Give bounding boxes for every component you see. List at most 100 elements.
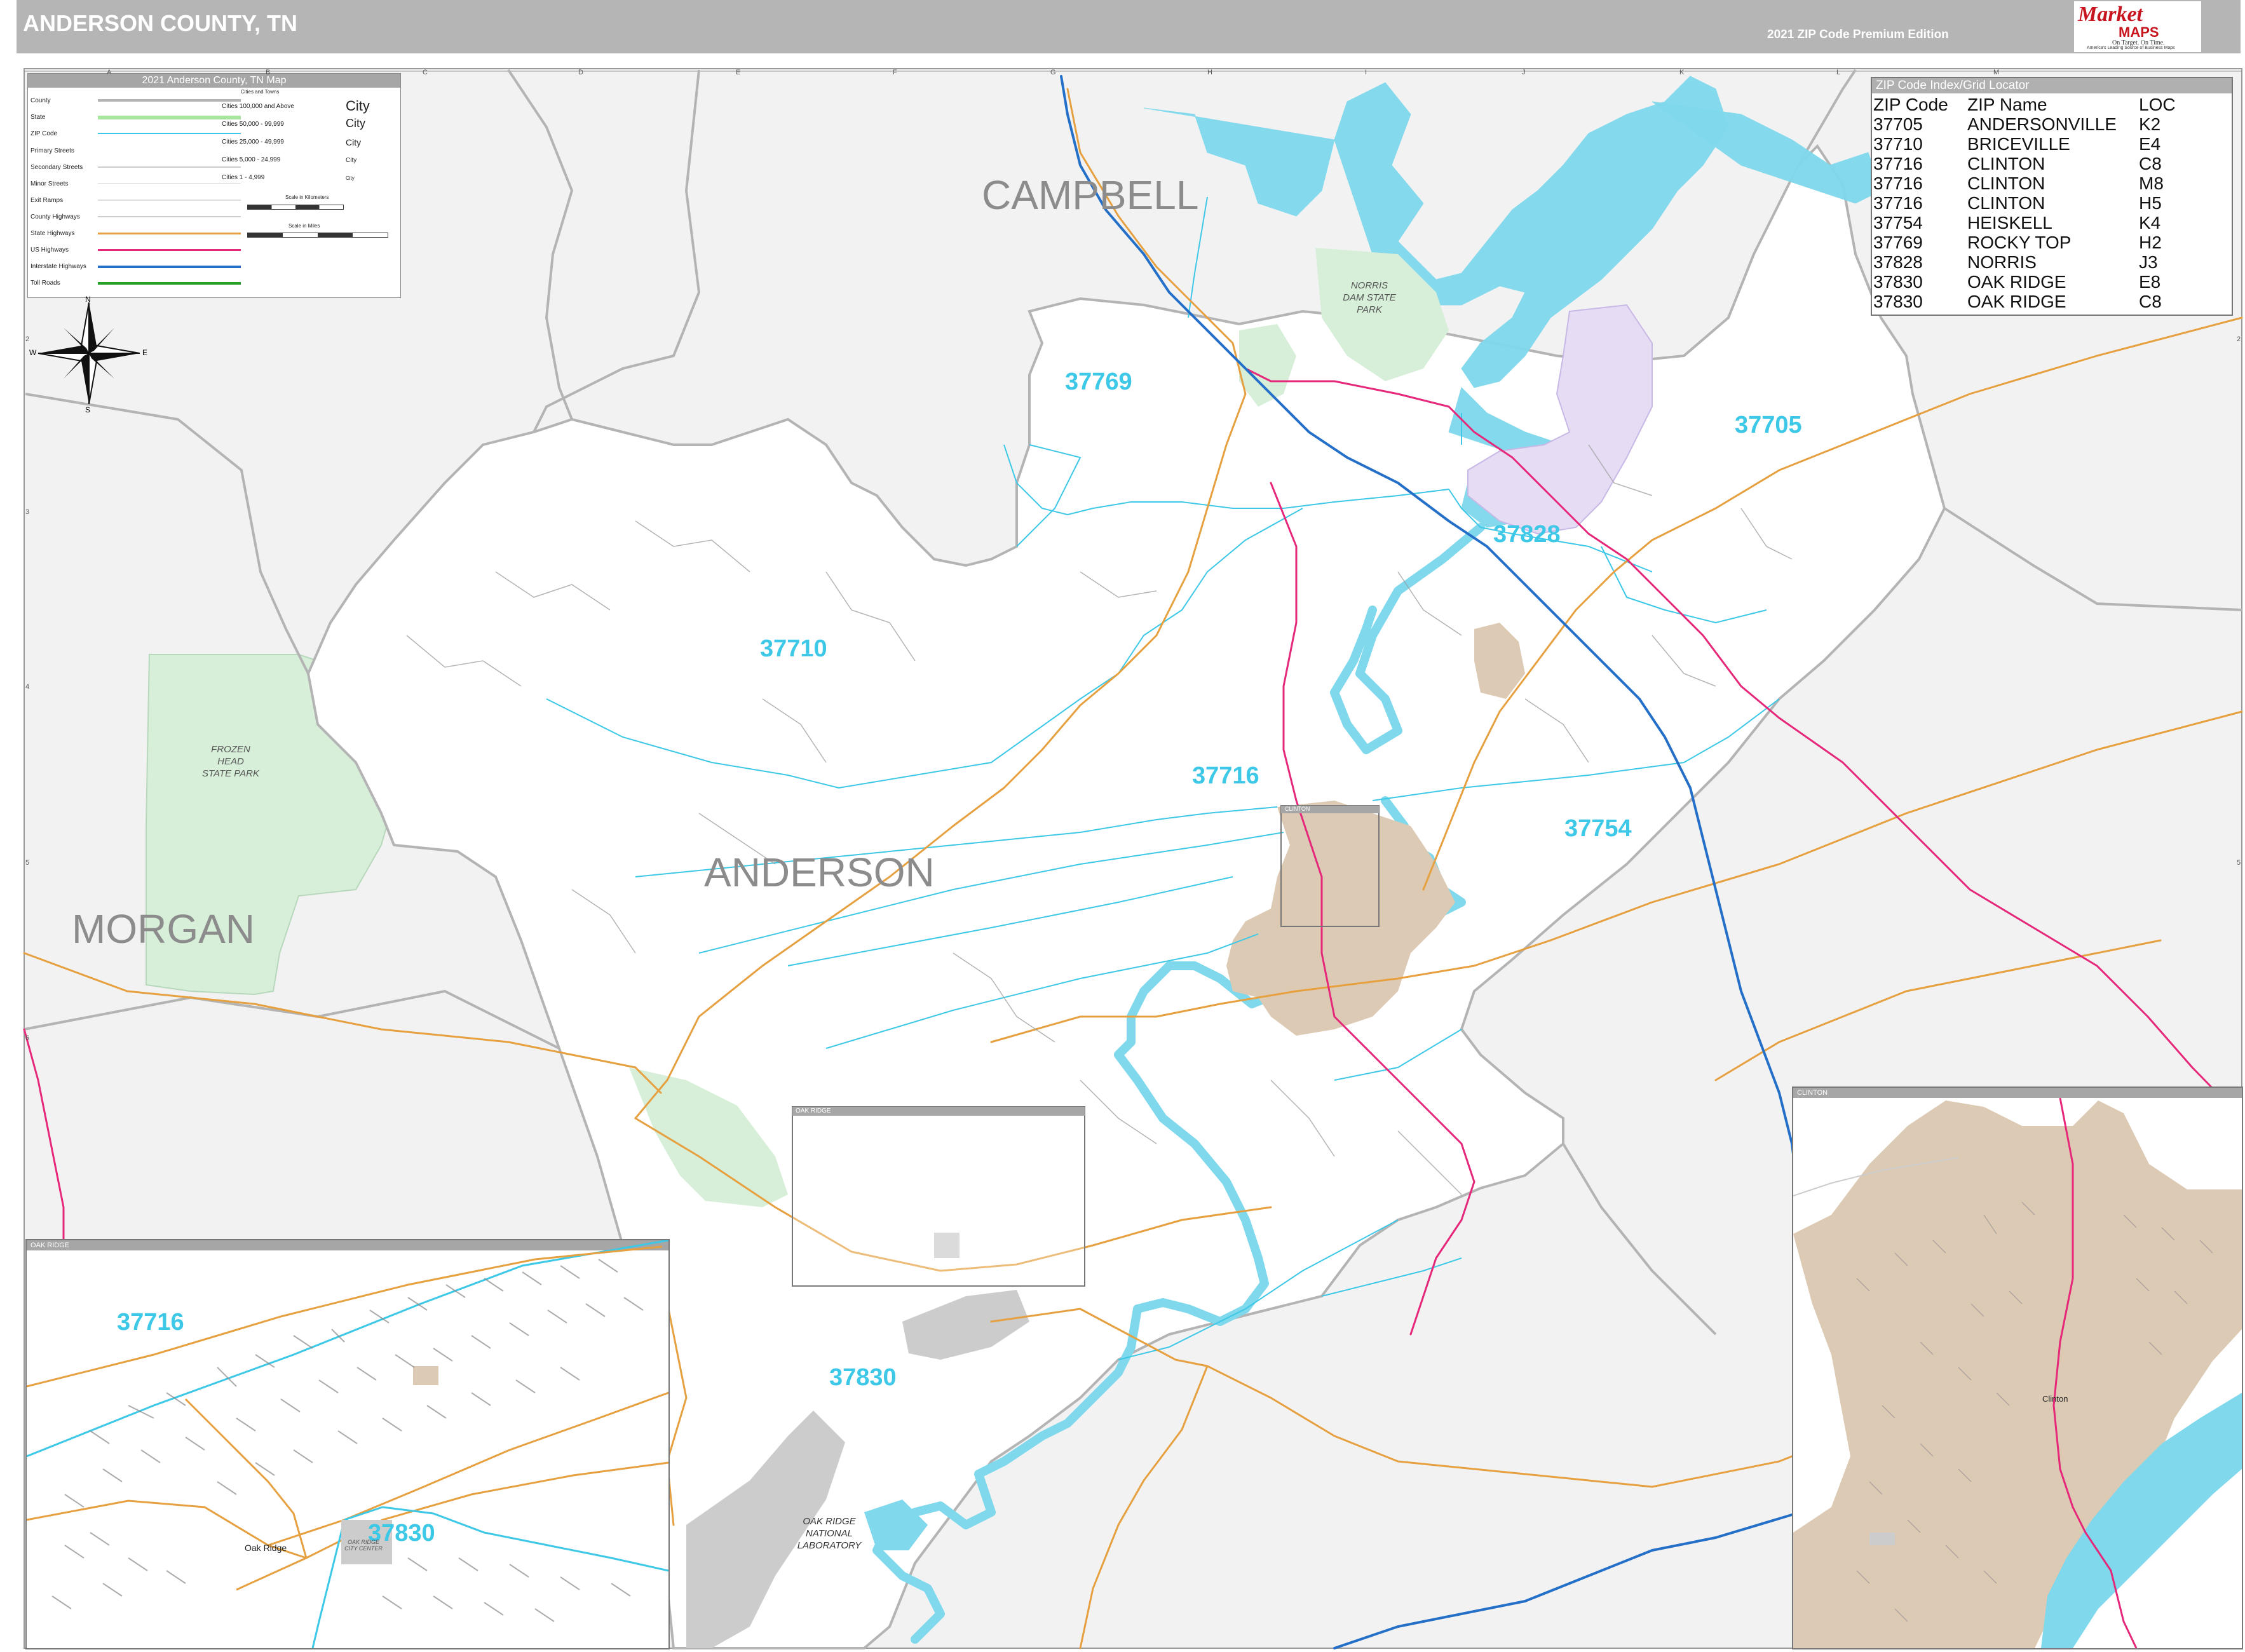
legend-swatch-toll — [98, 282, 241, 285]
zip-loc: K2 — [2139, 114, 2161, 134]
table-row[interactable]: 37716 CLINTON H5 — [1872, 193, 2232, 213]
legend-city-1: Cities 100,000 and Above — [222, 103, 294, 110]
county-label-anderson: ANDERSON — [704, 850, 935, 895]
table-row[interactable]: 37828 NORRIS J3 — [1872, 252, 2232, 272]
clinton-inset[interactable]: CLINTON Clinton — [1792, 1087, 2243, 1649]
park-label-ornl: OAK RIDGE NATIONAL LABORATORY — [797, 1516, 862, 1551]
zip-label-37769: 37769 — [1065, 369, 1132, 395]
zip-name: NORRIS — [1967, 252, 2037, 272]
county-label-morgan: MORGAN — [72, 906, 255, 952]
legend-swatch-interstate — [98, 266, 241, 268]
legend-swatch-county-hwy — [98, 216, 241, 217]
legend-row-zip: ZIP Code — [31, 130, 58, 137]
table-row[interactable]: 37705 ANDERSONVILLE K2 — [1872, 114, 2232, 134]
grid-row-2-right: 2 — [2237, 335, 2241, 343]
logo-brand-a: Market — [2078, 3, 2143, 26]
legend-city-sample-3: City — [346, 137, 362, 147]
grid-col-i: I — [1365, 69, 1367, 76]
legend-scale-mi: Scale in Miles — [288, 223, 320, 229]
zip-name: CLINTON — [1967, 173, 2045, 193]
zip-loc: E8 — [2139, 272, 2161, 292]
table-row[interactable]: 37716 CLINTON C8 — [1872, 154, 2232, 173]
legend-title: 2021 Anderson County, TN Map — [28, 74, 400, 88]
legend-row-minor: Minor Streets — [31, 180, 69, 187]
table-row[interactable]: 37830 OAK RIDGE C8 — [1872, 292, 2232, 311]
clinton-inset-map — [1793, 1097, 2242, 1648]
compass-s: S — [85, 405, 91, 414]
zip-loc: C8 — [2139, 154, 2162, 173]
legend-row-toll: Toll Roads — [31, 280, 60, 287]
market-maps-logo[interactable]: Market MAPS On Target. On Time. America'… — [2074, 1, 2201, 52]
zip-loc: C8 — [2139, 292, 2162, 311]
zip-loc: M8 — [2139, 173, 2164, 193]
small-oakridge-frame — [792, 1106, 1085, 1287]
zip-code: 37705 — [1873, 114, 1923, 134]
compass-w: W — [29, 348, 37, 357]
small-oakridge-title: OAK RIDGE — [796, 1107, 831, 1114]
legend-city-sample-2: City — [346, 117, 365, 130]
zip-code: 37828 — [1873, 252, 1923, 272]
zip-code: 37830 — [1873, 272, 1923, 292]
zip-name: BRICEVILLE — [1967, 134, 2070, 154]
county-label-campbell: CAMPBELL — [982, 172, 1199, 218]
table-row[interactable]: 37710 BRICEVILLE E4 — [1872, 134, 2232, 154]
legend-swatch-state — [98, 116, 241, 119]
zip-label-37716: 37716 — [1192, 762, 1259, 789]
legend-city-sample-1: City — [346, 98, 370, 114]
oak-ridge-inset-zip-37716: 37716 — [117, 1309, 184, 1336]
legend-row-exit: Exit Ramps — [31, 197, 64, 204]
legend-row-county-hwy: County Highways — [31, 213, 80, 220]
grid-col-b: B — [266, 69, 271, 76]
grid-col-k: K — [1679, 69, 1685, 76]
header-bar: ANDERSON COUNTY, TN 2021 ZIP Code Premiu… — [17, 0, 2241, 53]
map-title: ANDERSON COUNTY, TN — [23, 10, 298, 36]
zip-label-37705: 37705 — [1735, 412, 1802, 438]
grid-row-5-right: 5 — [2237, 859, 2241, 867]
zip-index-header-name: ZIP Name — [1967, 95, 2047, 114]
legend-swatch-us-hwy — [98, 249, 241, 251]
zip-index-table: ZIP Code Index/Grid Locator ZIP Code ZIP… — [1871, 77, 2233, 316]
oak-ridge-inset-center: OAK RIDGE CITY CENTER — [344, 1539, 383, 1552]
oak-ridge-inset-city: Oak Ridge — [245, 1543, 287, 1553]
legend-scale-bar-km — [247, 205, 344, 210]
table-row[interactable]: 37830 OAK RIDGE E8 — [1872, 272, 2232, 292]
oak-ridge-inset-map — [27, 1240, 668, 1648]
table-row[interactable]: 37716 CLINTON M8 — [1872, 173, 2232, 193]
logo-sub: America's Leading Source of Business Map… — [2087, 46, 2175, 50]
table-row[interactable]: 37769 ROCKY TOP H2 — [1872, 233, 2232, 252]
legend-cities-title: Cities and Towns — [241, 89, 280, 95]
oak-ridge-inset[interactable]: OAK RIDGE 37716 37830 Oak Ridge OAK RIDG… — [25, 1239, 670, 1649]
zip-code: 37830 — [1873, 292, 1923, 311]
zip-loc: H2 — [2139, 233, 2162, 252]
grid-col-f: F — [893, 69, 897, 76]
zip-code: 37716 — [1873, 173, 1923, 193]
logo-brand-b: MAPS — [2119, 24, 2159, 40]
legend-row-state: State — [31, 114, 46, 121]
legend-row-us-hwy: US Highways — [31, 247, 69, 254]
zip-name: OAK RIDGE — [1967, 272, 2066, 292]
zip-loc: H5 — [2139, 193, 2162, 213]
legend-swatch-exit — [98, 200, 241, 201]
legend-scale-km: Scale in Kilometers — [285, 194, 329, 200]
zip-name: CLINTON — [1967, 193, 2045, 213]
grid-col-g: G — [1050, 69, 1056, 76]
zip-label-37828: 37828 — [1493, 521, 1561, 548]
legend-city-2: Cities 50,000 - 99,999 — [222, 121, 284, 128]
zip-name: ROCKY TOP — [1967, 233, 2072, 252]
zip-code: 37769 — [1873, 233, 1923, 252]
legend-swatch-county — [98, 99, 241, 102]
grid-row-5: 5 — [25, 859, 30, 867]
table-row[interactable]: 37754 HEISKELL K4 — [1872, 213, 2232, 233]
legend-row-secondary: Secondary Streets — [31, 164, 83, 171]
grid-row-2: 2 — [25, 335, 30, 343]
legend-city-4: Cities 5,000 - 24,999 — [222, 156, 281, 163]
zip-loc: J3 — [2139, 252, 2158, 272]
zip-name: CLINTON — [1967, 154, 2045, 173]
map-legend: 2021 Anderson County, TN Map County Stat… — [27, 73, 401, 298]
park-label-norris-dam: NORRIS DAM STATE PARK — [1343, 280, 1396, 315]
zip-label-37754: 37754 — [1564, 815, 1632, 842]
grid-col-d: D — [578, 69, 583, 76]
legend-swatch-state-hwy — [98, 233, 241, 234]
legend-city-5: Cities 1 - 4,999 — [222, 174, 265, 181]
legend-city-sample-4: City — [346, 157, 357, 164]
